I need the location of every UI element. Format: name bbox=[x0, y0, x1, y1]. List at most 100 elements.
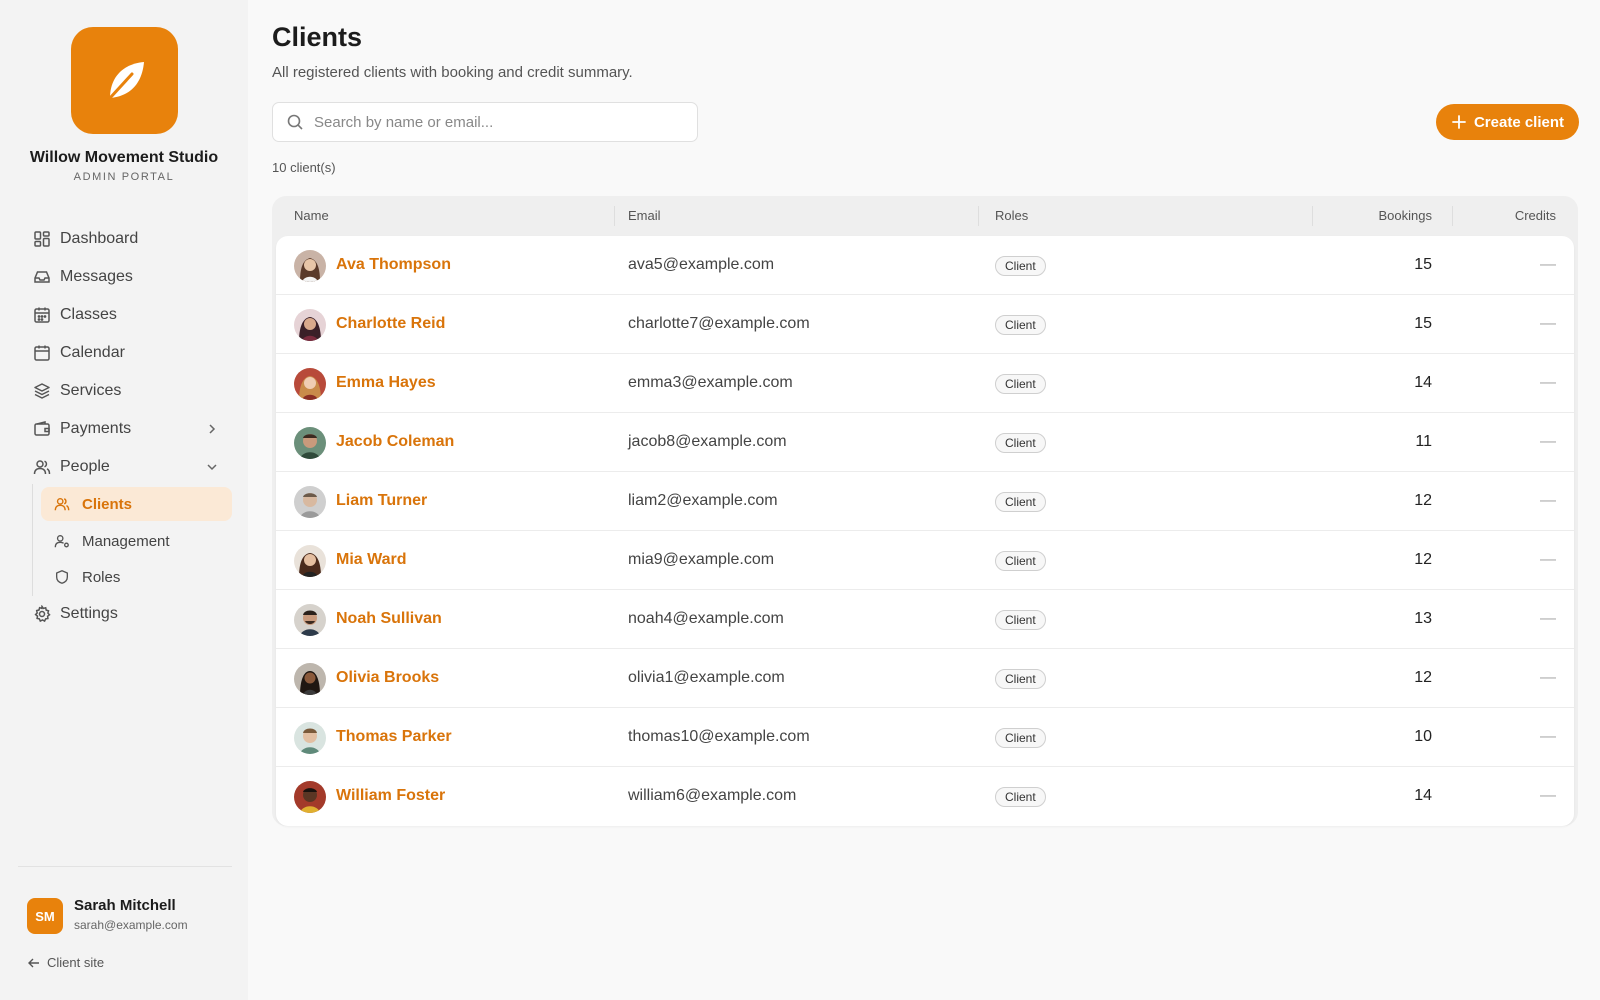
portal-label: ADMIN PORTAL bbox=[73, 171, 175, 183]
client-name-link[interactable]: Jacob Coleman bbox=[336, 433, 454, 451]
shield-icon bbox=[52, 567, 72, 587]
submenu-line bbox=[32, 484, 33, 596]
table-row[interactable]: Charlotte Reid charlotte7@example.com Cl… bbox=[276, 295, 1574, 354]
credits-value: — bbox=[1540, 728, 1556, 745]
column-header-email[interactable]: Email bbox=[628, 208, 661, 223]
table-row[interactable]: Jacob Coleman jacob8@example.com Client … bbox=[276, 413, 1574, 472]
client-name-link[interactable]: Ava Thompson bbox=[336, 256, 451, 274]
client-name-link[interactable]: William Foster bbox=[336, 787, 445, 805]
booking-count: 13 bbox=[1414, 610, 1432, 627]
client-email: liam2@example.com bbox=[628, 492, 778, 509]
sidebar-subitem-label: Clients bbox=[82, 495, 133, 513]
clients-table: Name Email Roles Bookings Credits Ava Th… bbox=[272, 196, 1578, 826]
booking-count: 10 bbox=[1414, 728, 1432, 745]
client-avatar bbox=[294, 250, 326, 282]
table-row[interactable]: Mia Ward mia9@example.com Client 12 — bbox=[276, 531, 1574, 590]
chevron-right-icon bbox=[209, 424, 216, 434]
column-header-name[interactable]: Name bbox=[294, 208, 329, 223]
studio-logo[interactable] bbox=[71, 27, 178, 134]
search-box[interactable] bbox=[272, 102, 698, 142]
layers-icon bbox=[30, 379, 54, 403]
sidebar-item-label: Messages bbox=[60, 268, 133, 285]
arrow-left-icon bbox=[28, 958, 39, 967]
sidebar-item-calendar[interactable]: Calendar bbox=[22, 337, 232, 369]
credits-value: — bbox=[1540, 374, 1556, 391]
booking-count: 14 bbox=[1414, 787, 1432, 804]
column-separator bbox=[978, 206, 979, 226]
role-badge: Client bbox=[995, 669, 1046, 689]
client-email: thomas10@example.com bbox=[628, 728, 810, 745]
sidebar-item-payments[interactable]: Payments bbox=[22, 413, 232, 445]
sidebar-item-people[interactable]: People bbox=[22, 451, 232, 483]
client-name-link[interactable]: Noah Sullivan bbox=[336, 610, 442, 628]
sidebar-item-label: Payments bbox=[60, 420, 132, 437]
role-badge: Client bbox=[995, 256, 1046, 276]
page-title: Clients bbox=[272, 22, 363, 52]
column-separator bbox=[1312, 206, 1313, 226]
sidebar-item-services[interactable]: Services bbox=[22, 375, 232, 407]
table-row[interactable]: Ava Thompson ava5@example.com Client 15 … bbox=[276, 236, 1574, 295]
users-icon bbox=[30, 455, 54, 479]
client-avatar bbox=[294, 545, 326, 577]
column-header-roles[interactable]: Roles bbox=[995, 208, 1028, 223]
client-email: mia9@example.com bbox=[628, 551, 775, 568]
search-icon bbox=[287, 114, 303, 130]
wallet-icon bbox=[30, 417, 54, 441]
sidebar-item-classes[interactable]: Classes bbox=[22, 299, 232, 331]
client-name-link[interactable]: Charlotte Reid bbox=[336, 315, 445, 333]
client-email: emma3@example.com bbox=[628, 374, 793, 391]
column-header-credits[interactable]: Credits bbox=[1515, 208, 1556, 223]
sidebar-subitem-roles[interactable]: Roles bbox=[41, 560, 232, 594]
user-avatar[interactable]: SM bbox=[27, 898, 63, 934]
sidebar-item-messages[interactable]: Messages bbox=[22, 261, 232, 293]
calendar-icon bbox=[30, 341, 54, 365]
create-client-button[interactable]: Create client bbox=[1436, 104, 1579, 140]
table-row[interactable]: Noah Sullivan noah4@example.com Client 1… bbox=[276, 590, 1574, 649]
client-avatar bbox=[294, 427, 326, 459]
credits-value: — bbox=[1540, 551, 1556, 568]
client-avatar bbox=[294, 486, 326, 518]
client-avatar bbox=[294, 368, 326, 400]
table-row[interactable]: Emma Hayes emma3@example.com Client 14 — bbox=[276, 354, 1574, 413]
role-badge: Client bbox=[995, 551, 1046, 571]
role-badge: Client bbox=[995, 315, 1046, 335]
credits-value: — bbox=[1540, 492, 1556, 509]
plus-icon bbox=[1452, 115, 1466, 129]
inbox-icon bbox=[30, 265, 54, 289]
column-header-bookings[interactable]: Bookings bbox=[1379, 208, 1432, 223]
search-input[interactable] bbox=[314, 113, 674, 131]
table-row[interactable]: William Foster william6@example.com Clie… bbox=[276, 767, 1574, 826]
table-row[interactable]: Thomas Parker thomas10@example.com Clien… bbox=[276, 708, 1574, 767]
client-site-link[interactable]: Client site bbox=[27, 955, 104, 970]
sidebar-item-label: People bbox=[60, 458, 110, 475]
sidebar-item-dashboard[interactable]: Dashboard bbox=[22, 223, 232, 255]
sidebar-subitem-clients[interactable]: Clients bbox=[41, 487, 232, 521]
client-name-link[interactable]: Olivia Brooks bbox=[336, 669, 439, 687]
booking-count: 11 bbox=[1415, 433, 1432, 450]
sidebar-item-label: Calendar bbox=[60, 344, 125, 361]
sidebar-item-settings[interactable]: Settings bbox=[22, 598, 232, 630]
table-row[interactable]: Olivia Brooks olivia1@example.com Client… bbox=[276, 649, 1574, 708]
users-icon bbox=[52, 494, 72, 514]
client-email: william6@example.com bbox=[628, 787, 797, 804]
client-name-link[interactable]: Liam Turner bbox=[336, 492, 427, 510]
client-avatar bbox=[294, 309, 326, 341]
client-name-link[interactable]: Mia Ward bbox=[336, 551, 407, 569]
credits-value: — bbox=[1540, 787, 1556, 804]
table-row[interactable]: Liam Turner liam2@example.com Client 12 … bbox=[276, 472, 1574, 531]
role-badge: Client bbox=[995, 492, 1046, 512]
role-badge: Client bbox=[995, 374, 1046, 394]
table-header: Name Email Roles Bookings Credits bbox=[272, 196, 1578, 236]
booking-count: 12 bbox=[1414, 492, 1432, 509]
client-name-link[interactable]: Emma Hayes bbox=[336, 374, 436, 392]
credits-value: — bbox=[1540, 669, 1556, 686]
client-avatar bbox=[294, 781, 326, 813]
sidebar-item-label: Classes bbox=[60, 306, 117, 323]
user-email: sarah@example.com bbox=[74, 918, 188, 932]
client-email: jacob8@example.com bbox=[628, 433, 787, 450]
table-body: Ava Thompson ava5@example.com Client 15 … bbox=[276, 236, 1574, 826]
client-name-link[interactable]: Thomas Parker bbox=[336, 728, 452, 746]
sidebar-subitem-management[interactable]: Management bbox=[41, 524, 232, 558]
client-email: olivia1@example.com bbox=[628, 669, 785, 686]
user-cog-icon bbox=[52, 531, 72, 551]
